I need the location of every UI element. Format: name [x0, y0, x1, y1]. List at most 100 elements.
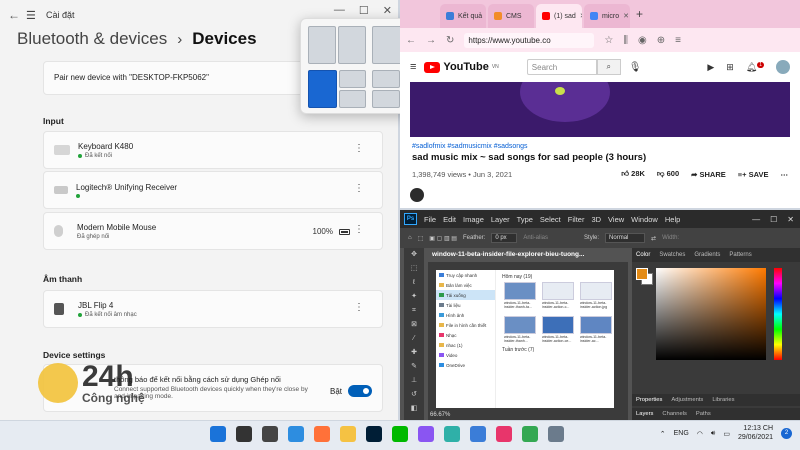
library-icon[interactable]: ⫼ [623, 35, 628, 46]
taskbar-firefox-icon[interactable] [314, 426, 330, 442]
video-hashtags[interactable]: #sadlofmix #sadmusicmix #sadsongs [400, 137, 800, 150]
selection-mode-icons[interactable]: ▣ ▢ ▥ ▤ [429, 235, 457, 242]
volume-icon[interactable]: 🔊︎ [711, 430, 715, 438]
eyedropper-tool-icon[interactable]: ⁄ [404, 332, 424, 346]
foreground-color-swatch[interactable] [636, 268, 648, 280]
menu-type[interactable]: Type [517, 215, 533, 224]
youtube-search-input[interactable]: Search [526, 59, 597, 75]
more-options-icon[interactable]: ⋮ [354, 184, 364, 194]
taskbar-music-icon[interactable] [496, 426, 512, 442]
bookmark-star-icon[interactable]: ☆ [604, 35, 613, 46]
notifications-bell-icon[interactable]: 🔔︎ 1 [746, 61, 764, 73]
user-avatar[interactable] [776, 60, 790, 74]
close-icon[interactable]: ✕ [787, 215, 794, 224]
more-options-icon[interactable]: ⋮ [354, 144, 364, 154]
menu-3d[interactable]: 3D [591, 215, 601, 224]
snap-zone-selected[interactable] [308, 70, 337, 108]
wifi-icon[interactable]: ◠ [697, 430, 703, 438]
clock[interactable]: 12:13 CH 29/06/2021 [738, 425, 773, 443]
taskbar-settings-icon[interactable] [548, 426, 564, 442]
taskbar-task-view-icon[interactable] [262, 426, 278, 442]
more-options-icon[interactable]: ⋮ [354, 303, 364, 313]
tab-channels[interactable]: Channels [662, 411, 687, 417]
taskbar-search-icon[interactable] [236, 426, 252, 442]
taskbar-edge-icon[interactable] [444, 426, 460, 442]
hamburger-menu-icon[interactable]: ☰ [26, 9, 46, 22]
snap-layout-halves[interactable] [308, 26, 366, 64]
lasso-tool-icon[interactable]: ℓ [404, 276, 424, 290]
new-tab-icon[interactable]: + [636, 7, 643, 21]
snap-zone[interactable] [339, 90, 366, 108]
brush-tool-icon[interactable]: ✎ [404, 360, 424, 374]
tab-adjustments[interactable]: Adjustments [671, 397, 703, 403]
dislike-button[interactable]: 👎︎ 600 [657, 169, 679, 179]
hue-slider[interactable] [774, 268, 782, 360]
snap-zone[interactable] [339, 70, 366, 88]
menu-filter[interactable]: Filter [568, 215, 585, 224]
forward-icon[interactable]: → [426, 35, 436, 46]
back-icon[interactable]: ← [406, 35, 416, 46]
menu-layer[interactable]: Layer [491, 215, 510, 224]
maximize-icon[interactable]: ☐ [359, 4, 369, 17]
snap-layout-main-stack[interactable] [308, 70, 366, 108]
tab-close-icon[interactable]: ✕ [580, 12, 582, 20]
more-actions-icon[interactable]: ⋯ [781, 170, 789, 179]
channel-avatar[interactable] [410, 188, 424, 202]
taskbar-line-icon[interactable] [392, 426, 408, 442]
address-bar[interactable]: https://www.youtube.co [464, 32, 595, 48]
antialias-checkbox[interactable]: Anti-alias [523, 235, 548, 241]
chevron-up-icon[interactable]: ⌃ [660, 430, 666, 438]
youtube-menu-icon[interactable]: ≡ [410, 61, 416, 73]
snap-zone[interactable] [338, 26, 366, 64]
tab-color[interactable]: Color [636, 252, 650, 258]
browser-tab[interactable]: micro ✕ [584, 4, 630, 28]
maximize-icon[interactable]: ☐ [770, 215, 777, 224]
taskbar-widgets-icon[interactable] [288, 426, 304, 442]
account-icon[interactable]: ◉ [638, 35, 647, 46]
document-tab[interactable]: window-11-beta-insider-file-explorer-bie… [428, 248, 628, 262]
tab-libraries[interactable]: Libraries [712, 397, 734, 403]
language-indicator[interactable]: ENG [674, 430, 689, 437]
menu-help[interactable]: Help [665, 215, 680, 224]
tab-layers[interactable]: Layers [636, 411, 653, 417]
menu-image[interactable]: Image [463, 215, 484, 224]
reload-icon[interactable]: ↻ [446, 35, 454, 46]
tab-patterns[interactable]: Patterns [729, 252, 751, 258]
document-canvas[interactable]: Truy cập nhanh Bản làm việc Tải xuống Tà… [436, 270, 614, 408]
tab-paths[interactable]: Paths [696, 411, 711, 417]
device-card-mouse[interactable]: Modern Mobile Mouse Đã ghép nối 100% ⋮ [43, 212, 383, 250]
snap-zone[interactable] [308, 26, 336, 64]
share-button[interactable]: ➦ SHARE [691, 170, 726, 179]
like-button[interactable]: 👍︎ 28K [621, 169, 645, 179]
taskbar-file-explorer-icon[interactable] [340, 426, 356, 442]
marquee-tool-icon[interactable]: ⬚ [404, 262, 424, 276]
microphone-icon[interactable]: 🎙︎ [629, 62, 642, 73]
device-card-speaker[interactable]: JBL Flip 4 Đã kết nối âm nhạc ⋮ [43, 290, 383, 328]
browser-menu-icon[interactable]: ≡ [675, 35, 681, 46]
home-icon[interactable]: ⌂ [408, 235, 412, 241]
tab-swatches[interactable]: Swatches [659, 252, 685, 258]
more-options-icon[interactable]: ⋮ [354, 225, 364, 235]
swift-pair-toggle[interactable] [348, 385, 372, 397]
move-tool-icon[interactable]: ✥ [404, 248, 424, 262]
taskbar-messenger-icon[interactable] [418, 426, 434, 442]
extensions-icon[interactable]: ⊕ [657, 35, 665, 46]
browser-tab[interactable]: Kết quả [440, 4, 486, 28]
menu-select[interactable]: Select [540, 215, 561, 224]
device-card-keyboard[interactable]: Keyboard K480 Đã kết nối ⋮ [43, 131, 383, 169]
minimize-icon[interactable]: — [334, 4, 345, 17]
back-arrow-icon[interactable]: ← [8, 8, 26, 22]
minimize-icon[interactable]: — [752, 215, 760, 224]
breadcrumb-bluetooth[interactable]: Bluetooth & devices [17, 29, 167, 49]
history-brush-tool-icon[interactable]: ↺ [404, 388, 424, 402]
snap-zone[interactable] [372, 70, 400, 88]
taskbar-start-icon[interactable] [210, 426, 226, 442]
browser-tab-active[interactable]: (1) sad ✕ [536, 4, 582, 28]
taskbar-chrome-icon[interactable] [522, 426, 538, 442]
youtube-logo[interactable]: YouTube VN [424, 61, 499, 73]
menu-edit[interactable]: Edit [443, 215, 456, 224]
color-picker-field[interactable] [656, 268, 766, 360]
menu-window[interactable]: Window [631, 215, 658, 224]
menu-view[interactable]: View [608, 215, 624, 224]
eraser-tool-icon[interactable]: ◧ [404, 402, 424, 416]
